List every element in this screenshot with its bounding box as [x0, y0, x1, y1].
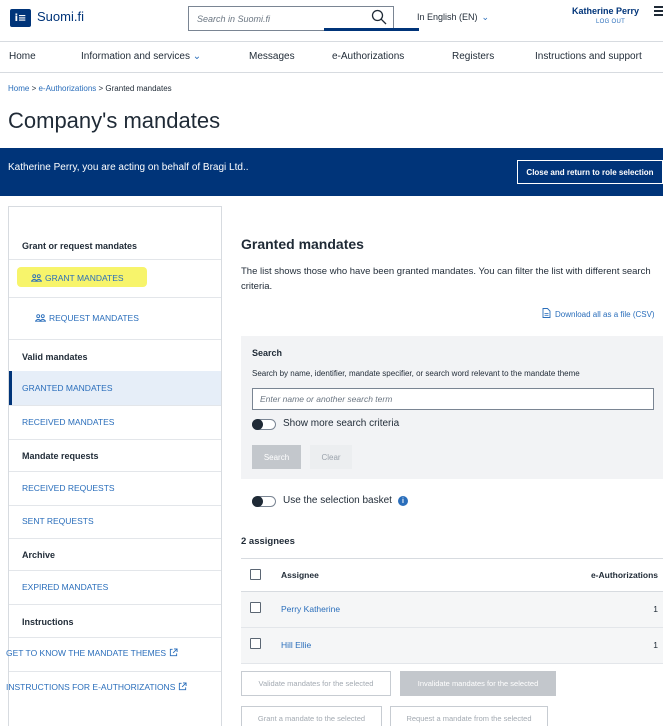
chevron-down-icon: ⌄	[481, 12, 490, 22]
nav-instructions-support[interactable]: Instructions and support	[535, 51, 642, 62]
main-nav: Home Information and services ⌄ Messages…	[0, 41, 663, 73]
external-link-icon	[170, 648, 178, 657]
assignee-mandate-count: 1	[653, 604, 658, 614]
info-icon[interactable]: i	[398, 496, 408, 506]
close-role-button[interactable]: Close and return to role selection	[517, 160, 663, 184]
invalidate-selected-button[interactable]: Invalidate mandates for the selected	[400, 671, 556, 696]
breadcrumb-home[interactable]: Home	[8, 84, 29, 93]
sidebar-heading-requests: Mandate requests	[22, 451, 99, 461]
nav-registers[interactable]: Registers	[452, 51, 494, 62]
select-all-checkbox[interactable]	[250, 569, 261, 580]
sidebar-item-granted-mandates[interactable]: GRANTED MANDATES	[22, 383, 113, 393]
site-logo-text[interactable]: Suomi.fi	[37, 9, 84, 24]
assignee-name-link[interactable]: Perry Katherine	[281, 604, 340, 614]
validate-selected-button[interactable]: Validate mandates for the selected	[241, 671, 391, 696]
banner-text: Katherine Perry, you are acting on behal…	[8, 162, 249, 173]
sidebar-item-expired-mandates[interactable]: EXPIRED MANDATES	[22, 582, 108, 592]
nav-messages[interactable]: Messages	[249, 51, 295, 62]
table-header-row: Assignee e-Authorizations	[241, 558, 663, 592]
sidebar-link-mandate-themes[interactable]: GET TO KNOW THE MANDATE THEMES	[6, 648, 178, 658]
nav-information-services[interactable]: Information and services ⌄	[81, 51, 201, 62]
table-row: Perry Katherine 1	[241, 592, 663, 628]
external-link-icon	[179, 682, 187, 691]
file-icon	[542, 308, 551, 318]
sidebar-item-sent-requests[interactable]: SENT REQUESTS	[22, 516, 94, 526]
sidebar-link-instructions[interactable]: INSTRUCTIONS FOR E-AUTHORIZATIONS	[6, 682, 187, 692]
search-panel-title: Search	[252, 348, 283, 358]
hamburger-menu-icon[interactable]	[654, 6, 663, 24]
sidebar-heading-grant-request: Grant or request mandates	[22, 241, 138, 251]
breadcrumb-current: Granted mandates	[105, 84, 172, 93]
assignees-table: Assignee e-Authorizations Perry Katherin…	[241, 558, 663, 664]
sidebar-grant-mandates[interactable]: GRANT MANDATES	[31, 273, 124, 283]
row-checkbox[interactable]	[250, 638, 261, 649]
nav-info-label: Information and services	[81, 51, 190, 62]
column-header-e-authorizations[interactable]: e-Authorizations	[591, 570, 658, 580]
chevron-down-icon: ⌄	[192, 51, 202, 62]
sidebar-grant-mandates-label: GRANT MANDATES	[45, 273, 124, 283]
instructions-label: INSTRUCTIONS FOR E-AUTHORIZATIONS	[6, 682, 176, 692]
row-checkbox[interactable]	[250, 602, 261, 613]
search-panel-description: Search by name, identifier, mandate spec…	[252, 369, 580, 378]
people-icon	[31, 274, 42, 282]
assignee-name-link[interactable]: Hill Ellie	[281, 640, 311, 650]
language-selector[interactable]: In English (EN) ⌄	[417, 12, 489, 23]
search-icon	[371, 9, 387, 25]
user-name: Katherine Perry	[572, 6, 640, 16]
nav-active-indicator	[324, 28, 419, 31]
column-header-assignee[interactable]: Assignee	[281, 570, 319, 580]
more-criteria-toggle[interactable]	[252, 419, 276, 430]
section-description: The list shows those who have been grant…	[241, 266, 651, 292]
results-count: 2 assignees	[241, 536, 295, 547]
section-heading: Granted mandates	[241, 236, 364, 252]
more-criteria-label: Show more search criteria	[283, 418, 400, 429]
mandate-themes-label: GET TO KNOW THE MANDATE THEMES	[6, 648, 167, 658]
download-csv-label: Download all as a file (CSV)	[555, 310, 655, 319]
mandate-search-input[interactable]	[252, 388, 654, 410]
selection-basket-label: Use the selection basket	[283, 495, 392, 506]
page-title: Company's mandates	[8, 108, 221, 133]
sidebar-item-received-requests[interactable]: RECEIVED REQUESTS	[22, 483, 115, 493]
sidebar-request-mandates-label: REQUEST MANDATES	[49, 313, 139, 323]
site-search-input[interactable]	[189, 7, 361, 30]
sidebar-request-mandates[interactable]: REQUEST MANDATES	[35, 313, 139, 323]
sidebar-heading-archive: Archive	[22, 550, 56, 560]
search-submit-button[interactable]: Search	[252, 445, 301, 469]
nav-home[interactable]: Home	[9, 51, 36, 62]
language-label: In English (EN)	[417, 12, 478, 22]
download-csv-link[interactable]: Download all as a file (CSV)	[542, 308, 655, 319]
clear-button[interactable]: Clear	[310, 445, 352, 469]
sidebar: Grant or request mandates GRANT MANDATES…	[6, 206, 222, 726]
nav-e-authorizations[interactable]: e-Authorizations	[332, 51, 404, 62]
selection-basket-toggle[interactable]	[252, 496, 276, 507]
logout-link[interactable]: LOG OUT	[596, 19, 625, 25]
breadcrumb-e-authorizations[interactable]: e-Authorizations	[38, 84, 96, 93]
sidebar-item-received-mandates[interactable]: RECEIVED MANDATES	[22, 417, 114, 427]
request-from-selected-button[interactable]: Request a mandate from the selected	[390, 706, 548, 726]
assignee-mandate-count: 1	[653, 640, 658, 650]
grant-to-selected-button[interactable]: Grant a mandate to the selected	[241, 706, 382, 726]
suomi-logo-icon[interactable]: i≡	[10, 9, 31, 27]
sidebar-heading-instructions: Instructions	[22, 617, 74, 627]
people-icon	[35, 314, 46, 322]
table-row: Hill Ellie 1	[241, 628, 663, 664]
search-button[interactable]	[369, 9, 389, 28]
sidebar-heading-valid: Valid mandates	[22, 352, 88, 362]
breadcrumb: Home > e-Authorizations > Granted mandat…	[8, 84, 172, 93]
